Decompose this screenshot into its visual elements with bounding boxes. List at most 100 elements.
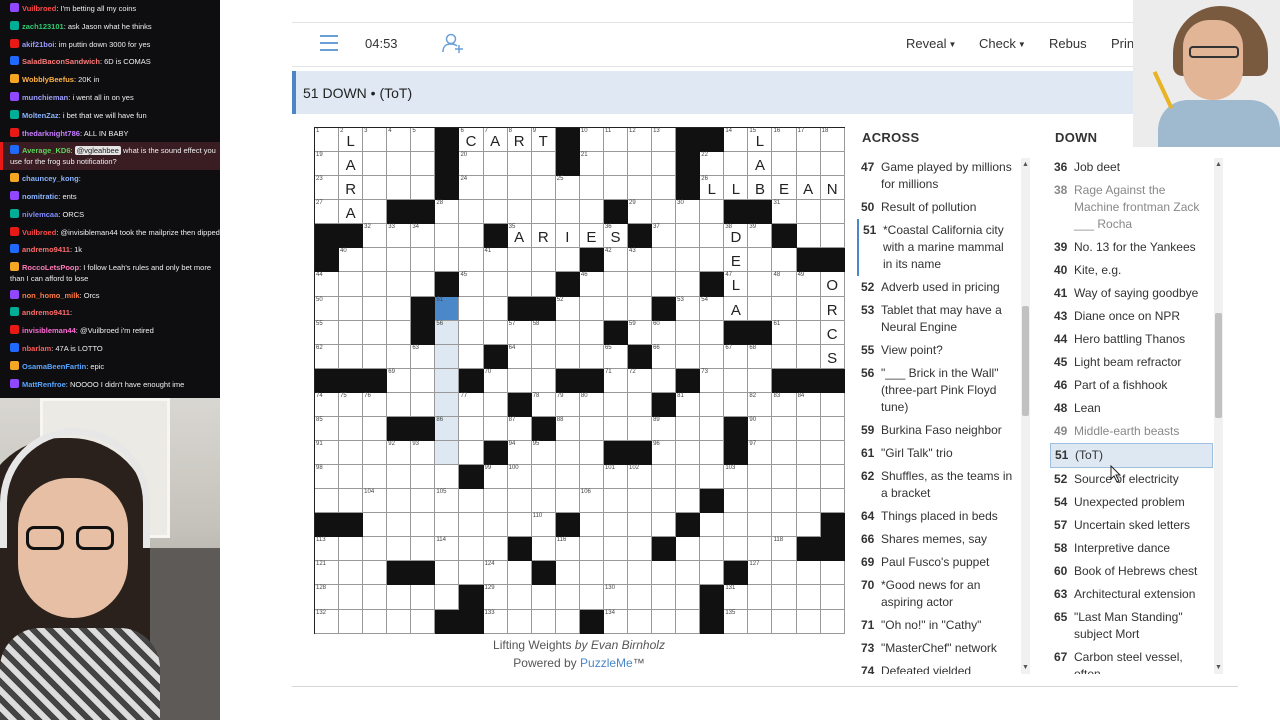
- across-clue[interactable]: 50 Result of pollution: [857, 196, 1020, 219]
- grid-cell[interactable]: 68: [748, 344, 773, 369]
- add-user-icon[interactable]: [442, 32, 464, 54]
- chat-username[interactable]: andremo9411: [22, 308, 70, 317]
- down-clue[interactable]: 60 Book of Hebrews chest: [1050, 560, 1213, 583]
- grid-cell[interactable]: [579, 416, 604, 442]
- grid-cell[interactable]: [387, 489, 412, 514]
- grid-cell[interactable]: 133: [483, 609, 508, 634]
- grid-cell[interactable]: 37: [652, 224, 677, 249]
- grid-cell[interactable]: 13: [652, 128, 677, 153]
- grid-cell[interactable]: 89: [652, 416, 677, 442]
- grid-cell[interactable]: 92: [387, 441, 412, 466]
- grid-cell[interactable]: [652, 513, 677, 538]
- grid-cell[interactable]: [676, 561, 701, 586]
- grid-cell[interactable]: [387, 344, 412, 369]
- grid-cell[interactable]: 84: [796, 392, 821, 417]
- across-clue[interactable]: 61 "Girl Talk" trio: [857, 442, 1020, 465]
- grid-cell[interactable]: [339, 296, 364, 321]
- grid-cell[interactable]: E: [724, 248, 749, 273]
- grid-cell[interactable]: [339, 609, 364, 634]
- down-clue[interactable]: 39 No. 13 for the Yankees: [1050, 236, 1213, 259]
- crossword-grid[interactable]: 1 2 L 3 4 5 6 C 7 A 8 R 9 T 10 11 12 13 14 15 L 16 17 18 19 A 20 21…: [314, 127, 845, 634]
- grid-cell[interactable]: [820, 585, 845, 610]
- grid-cell[interactable]: 15 L: [748, 128, 773, 153]
- grid-cell[interactable]: 72: [628, 368, 653, 393]
- across-clue[interactable]: 47 Game played by millions for millions: [857, 156, 1020, 196]
- grid-cell[interactable]: [772, 296, 797, 321]
- across-clue[interactable]: 64 Things placed in beds: [857, 505, 1020, 528]
- grid-cell[interactable]: R: [820, 296, 845, 321]
- grid-cell[interactable]: [676, 272, 701, 297]
- grid-cell[interactable]: 101: [603, 465, 629, 490]
- down-clue[interactable]: 43 Diane once on NPR: [1050, 305, 1213, 328]
- chat-username[interactable]: Vuilbroed: [22, 4, 56, 13]
- chat-username[interactable]: munchieman: [22, 93, 68, 102]
- grid-cell[interactable]: [459, 489, 484, 514]
- grid-cell[interactable]: [628, 152, 653, 177]
- grid-cell[interactable]: [724, 513, 749, 538]
- grid-cell[interactable]: [531, 272, 556, 297]
- grid-cell[interactable]: [579, 320, 604, 345]
- grid-cell[interactable]: [387, 609, 412, 634]
- grid-cell[interactable]: 79: [555, 392, 580, 417]
- grid-cell[interactable]: [700, 441, 725, 466]
- grid-cell[interactable]: [796, 224, 821, 249]
- grid-cell[interactable]: [748, 465, 773, 490]
- grid-cell[interactable]: [555, 248, 580, 273]
- grid-cell[interactable]: 39: [748, 224, 773, 249]
- grid-cell[interactable]: [483, 152, 508, 177]
- grid-cell[interactable]: [387, 176, 412, 201]
- grid-cell[interactable]: [796, 441, 821, 466]
- grid-cell[interactable]: [628, 416, 653, 442]
- across-scroll-thumb[interactable]: [1022, 306, 1029, 416]
- grid-cell[interactable]: 73: [700, 368, 725, 393]
- grid-cell[interactable]: [483, 513, 508, 538]
- grid-cell[interactable]: 91: [315, 441, 340, 466]
- grid-cell[interactable]: 124: [483, 561, 508, 586]
- grid-cell[interactable]: 40: [339, 248, 364, 273]
- grid-cell[interactable]: 105: [435, 489, 460, 514]
- down-clue[interactable]: 38 Rage Against the Machine frontman Zack…: [1050, 179, 1213, 236]
- grid-cell[interactable]: [652, 176, 677, 201]
- grid-cell[interactable]: [459, 344, 484, 369]
- grid-cell[interactable]: C: [820, 320, 845, 345]
- grid-cell[interactable]: 54: [700, 296, 725, 321]
- grid-cell[interactable]: 9T: [531, 128, 556, 153]
- grid-cell[interactable]: 88: [555, 416, 580, 442]
- grid-cell[interactable]: 113: [315, 537, 340, 562]
- grid-cell[interactable]: [363, 441, 388, 466]
- grid-cell[interactable]: [772, 465, 797, 490]
- grid-cell[interactable]: [628, 176, 653, 201]
- grid-cell[interactable]: [652, 489, 677, 514]
- grid-cell[interactable]: [483, 537, 508, 562]
- grid-cell[interactable]: [796, 320, 821, 345]
- grid-cell[interactable]: 64: [507, 344, 532, 369]
- grid-cell[interactable]: [507, 585, 532, 610]
- grid-cell[interactable]: [435, 561, 460, 586]
- grid-cell[interactable]: [339, 489, 364, 514]
- grid-cell[interactable]: [363, 537, 388, 562]
- grid-cell[interactable]: [603, 152, 629, 177]
- grid-cell[interactable]: [363, 344, 388, 369]
- chat-username[interactable]: Average_KD6: [22, 146, 71, 155]
- grid-cell[interactable]: [724, 489, 749, 514]
- grid-cell[interactable]: [363, 200, 388, 225]
- grid-cell[interactable]: [387, 585, 412, 610]
- grid-cell[interactable]: [628, 296, 653, 321]
- grid-cell[interactable]: 70: [483, 368, 508, 393]
- across-clue[interactable]: 51 *Coastal California city with a marine…: [857, 219, 1020, 276]
- across-clue[interactable]: 69 Paul Fusco's puppet: [857, 551, 1020, 574]
- grid-cell[interactable]: [507, 200, 532, 225]
- grid-cell[interactable]: [796, 609, 821, 634]
- chat-username[interactable]: nivlemcaa: [22, 210, 58, 219]
- grid-cell[interactable]: [772, 441, 797, 466]
- grid-cell[interactable]: 20: [459, 152, 484, 177]
- grid-cell[interactable]: 30: [676, 200, 701, 225]
- grid-cell[interactable]: [820, 224, 845, 249]
- grid-cell[interactable]: [387, 465, 412, 490]
- chat-username[interactable]: WobblyBeefus: [22, 75, 74, 84]
- down-clue[interactable]: 44 Hero battling Thanos: [1050, 328, 1213, 351]
- grid-cell[interactable]: 74: [315, 392, 340, 417]
- grid-cell[interactable]: [555, 465, 580, 490]
- grid-cell[interactable]: [411, 368, 436, 393]
- grid-cell[interactable]: [555, 344, 580, 369]
